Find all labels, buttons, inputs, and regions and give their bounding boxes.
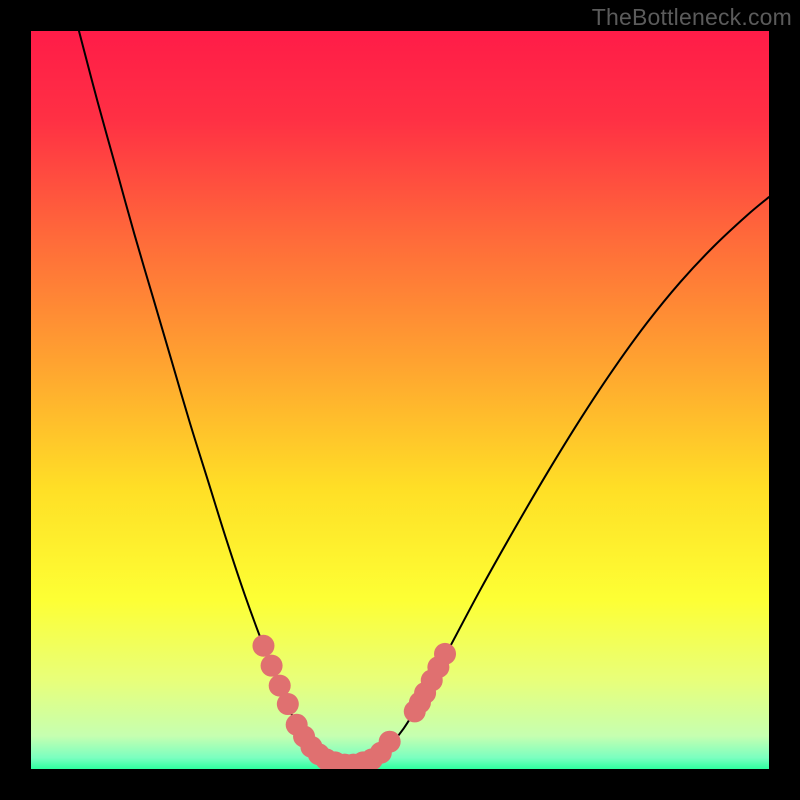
chart-frame (31, 31, 769, 769)
highlight-left-marker (277, 693, 299, 715)
chart-svg (31, 31, 769, 769)
watermark-text: TheBottleneck.com (592, 4, 792, 31)
highlight-left-marker (261, 655, 283, 677)
highlight-left-marker (379, 731, 401, 753)
highlight-right-marker (434, 643, 456, 665)
chart-background (31, 31, 769, 769)
highlight-left-marker (252, 635, 274, 657)
